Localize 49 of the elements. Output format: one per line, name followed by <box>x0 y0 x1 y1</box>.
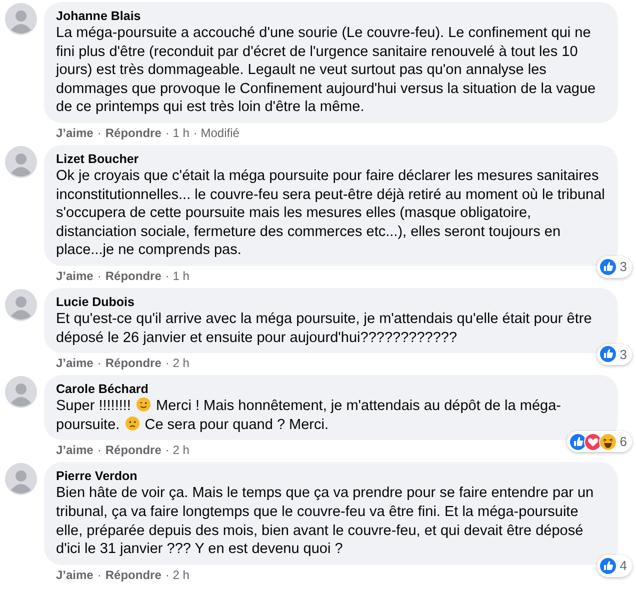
author-name[interactable]: Carole Béchard <box>56 381 606 398</box>
meta-text: · <box>97 443 102 458</box>
action-link[interactable]: Répondre <box>105 126 162 141</box>
thumbs-up-icon <box>598 258 617 276</box>
meta-text: · Modifié <box>193 126 240 141</box>
reaction-count: 6 <box>620 432 627 451</box>
action-link[interactable]: J’aime <box>56 568 94 583</box>
laughing-face-icon <box>598 432 617 451</box>
action-link[interactable]: Répondre <box>105 568 162 583</box>
meta-text: · 1 h <box>165 126 190 141</box>
meta-text: · <box>97 126 102 141</box>
reaction-count: 3 <box>620 258 627 276</box>
avatar-icon[interactable] <box>5 463 37 496</box>
reaction-count: 3 <box>620 346 627 364</box>
author-name[interactable]: Lucie Dubois <box>56 294 606 310</box>
action-link[interactable]: J’aime <box>56 356 94 372</box>
avatar-icon[interactable] <box>5 376 37 408</box>
action-link[interactable]: Répondre <box>105 443 162 458</box>
thumbs-up-icon <box>598 556 617 575</box>
author-name[interactable]: Pierre Verdon <box>56 468 606 484</box>
reaction-badge[interactable]: 6 <box>566 430 632 452</box>
action-link[interactable]: J’aime <box>56 443 94 458</box>
action-link[interactable]: Répondre <box>105 356 162 372</box>
meta-text: · <box>97 356 102 372</box>
reaction-badge[interactable]: 4 <box>596 555 632 577</box>
meta-text: · 2 h <box>165 443 190 458</box>
author-name[interactable]: Lizet Boucher <box>56 150 606 167</box>
meta-text: · 2 h <box>165 356 190 372</box>
comment-text: Bien hâte de voir ça. Mais le temps que ça va prendre pour se faire entendre par un tribunal, ça va faire longtemps que le couvre-feu va être fini. Et la méga-poursuite elle, préparée depuis des mois, bien avant le couvre-feu, et qui devait être déposé d'ici le 31 janvier ??? Y en est devenu quoi ? <box>56 484 595 559</box>
action-link[interactable]: J’aime <box>56 126 94 141</box>
meta-text: · 1 h <box>165 268 190 284</box>
avatar-icon[interactable] <box>5 146 37 178</box>
meta-text: · 2 h <box>165 568 190 583</box>
thumbs-up-icon <box>598 345 617 364</box>
reaction-badge[interactable]: 3 <box>596 344 632 366</box>
comment-text: Super !!!!!!!! Merci ! Mais honnêtement, je m'attendais au dépôt de la méga-poursuite. Ce sera pour quand ? Merci. <box>56 397 562 434</box>
frowning-face-icon <box>124 416 140 431</box>
meta-text: · <box>97 568 102 583</box>
comment-text: La méga-poursuite a accouché d'une sourie (Le couvre-feu). Le confinement qui ne fini plus d'être (reconduit par d'écret de l'urgence sanitaire renouvelé à tout les 10 jours) est très dommageable. Legault ne veut surtout pas qu'on annalyse les dommages que provoque le Confinement aujourd'hui versus la situation de la vague de ce printemps qui est très loin d'être la même. <box>56 24 597 117</box>
action-link[interactable]: J’aime <box>56 268 94 284</box>
reaction-count: 4 <box>620 557 627 576</box>
action-link[interactable]: Répondre <box>105 268 162 284</box>
author-name[interactable]: Johanne Blais <box>56 8 606 24</box>
avatar-icon[interactable] <box>5 288 37 321</box>
meta-text: · <box>97 268 102 284</box>
winking-face-icon <box>136 397 151 412</box>
avatar-icon[interactable] <box>5 3 37 35</box>
reaction-badge[interactable]: 3 <box>596 256 632 278</box>
comment-text: Et qu'est-ce qu'il arrive avec la méga poursuite, je m'attendais qu'elle était pour être déposé le 26 janvier et ensuite pour aujourd'hui???????????? <box>56 310 593 348</box>
